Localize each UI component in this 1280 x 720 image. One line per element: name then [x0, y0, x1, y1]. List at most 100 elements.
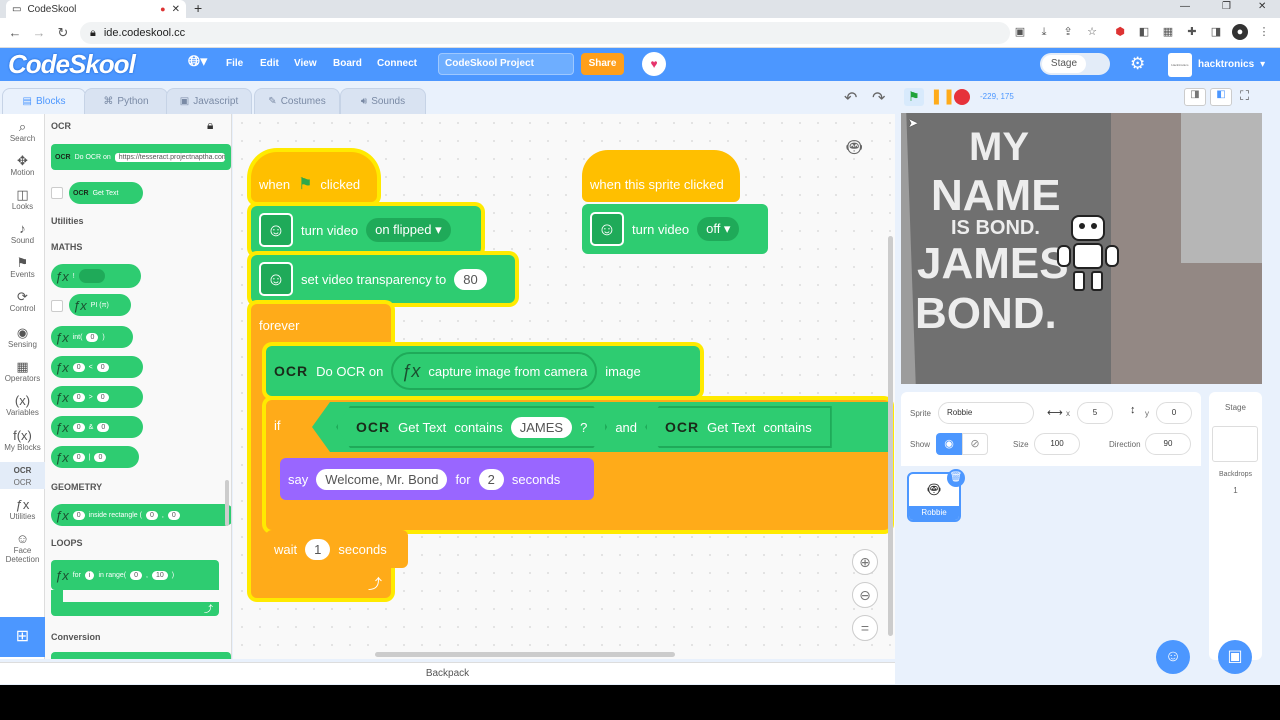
category-control[interactable]: ⟳ Control: [0, 290, 45, 314]
tab-javascript[interactable]: ▣ Javascript: [166, 88, 252, 114]
extension-icon[interactable]: ◧: [1136, 24, 1152, 40]
category-utilities[interactable]: ƒx Utilities: [0, 498, 45, 522]
category-looks[interactable]: ◫ Looks: [0, 188, 45, 212]
delete-sprite-icon[interactable]: 🗑︎: [947, 469, 965, 487]
add-backdrop-button[interactable]: ▣: [1218, 640, 1252, 674]
menu-view[interactable]: View: [294, 56, 317, 72]
reload-icon[interactable]: ↻: [54, 24, 72, 42]
tab-blocks[interactable]: ▤ Blocks: [2, 88, 86, 114]
user-menu[interactable]: Hacktronics hacktronics ▾: [1168, 51, 1278, 78]
backpack[interactable]: Backpack: [0, 662, 895, 684]
forward-arrow-icon[interactable]: →: [30, 24, 48, 42]
stage-thumbnail[interactable]: [1212, 426, 1258, 462]
say-text-input[interactable]: Welcome, Mr. Bond: [316, 468, 448, 490]
tab-python[interactable]: ⌘ Python: [84, 88, 168, 114]
qr-extension-icon[interactable]: ▦: [1160, 24, 1176, 40]
menu-file[interactable]: File: [226, 56, 243, 72]
palette-block-get-text[interactable]: OCR Get Text: [69, 182, 143, 204]
adblock-extension-icon[interactable]: ⬢: [1112, 24, 1128, 40]
category-operators[interactable]: ▦ Operators: [0, 360, 45, 384]
pause-icon[interactable]: ❚❚: [930, 88, 955, 106]
browser-tab[interactable]: ▭ CodeSkool ● ✕: [6, 0, 186, 18]
minimize-window-icon[interactable]: —: [1180, 1, 1190, 12]
settings-gear-icon[interactable]: ⚙: [1130, 54, 1145, 74]
add-extension-button[interactable]: ⊞: [0, 617, 45, 657]
category-ocr[interactable]: OCR OCR: [0, 462, 45, 489]
turn-video-block[interactable]: ☺ turn video on flipped ▾: [251, 206, 481, 254]
palette-block-conversion-partial[interactable]: [51, 652, 231, 659]
checkbox[interactable]: [51, 187, 63, 199]
say-for-seconds-block[interactable]: say Welcome, Mr. Bond for 2 seconds: [280, 458, 594, 500]
category-search[interactable]: ⌕ Search: [0, 120, 45, 144]
category-my-blocks[interactable]: f(x) My Blocks: [0, 429, 45, 453]
project-name-input[interactable]: CodeSkool Project: [438, 53, 574, 75]
say-seconds-input[interactable]: 2: [478, 468, 504, 490]
palette-block-not[interactable]: ƒx !: [51, 264, 141, 288]
when-sprite-clicked-hat[interactable]: when this sprite clicked: [582, 150, 740, 202]
robbie-sprite[interactable]: [1051, 213, 1123, 297]
menu-board[interactable]: Board: [333, 56, 362, 72]
tab-costumes[interactable]: ✎ Costumes: [254, 88, 340, 114]
palette-scrollbar[interactable]: [225, 480, 229, 526]
y-input[interactable]: 0: [1156, 402, 1192, 424]
fullscreen-icon[interactable]: ⛶: [1240, 88, 1249, 104]
contains-text-input[interactable]: JAMES: [511, 417, 572, 438]
profile-icon[interactable]: ●: [1232, 24, 1248, 40]
redo-icon[interactable]: ↷: [872, 88, 885, 108]
wait-seconds-input[interactable]: 1: [305, 538, 331, 560]
video-mode-dropdown[interactable]: on flipped ▾: [366, 218, 451, 242]
palette-block-or[interactable]: ƒx 0 | 0: [51, 446, 139, 468]
category-face-detection[interactable]: ☺ Face Detection: [0, 532, 45, 565]
add-sprite-button[interactable]: ☺: [1156, 640, 1190, 674]
int-input[interactable]: 0: [86, 332, 99, 342]
palette-block-for-loop[interactable]: ƒx for i in range( 0 , 10 ): [51, 560, 219, 590]
category-sensing[interactable]: ◉ Sensing: [0, 326, 45, 350]
palette-block-inside-rectangle[interactable]: ƒx 0 inside rectangle ( 0 , 0: [51, 504, 231, 526]
boolean-slot[interactable]: [78, 269, 105, 283]
set-video-transparency-block[interactable]: ☺ set video transparency to 80: [251, 255, 515, 303]
close-tab-icon[interactable]: ✕: [172, 4, 180, 15]
language-globe-icon[interactable]: 🌐︎▾: [188, 54, 208, 70]
ocr-url-input[interactable]: https://tesseract.projectnaptha.com: [114, 152, 225, 162]
contains-condition-2[interactable]: OCR Get Text contains: [645, 406, 832, 448]
large-stage-icon[interactable]: ◧: [1210, 88, 1232, 106]
stop-icon[interactable]: [954, 89, 970, 105]
restore-window-icon[interactable]: ❐: [1222, 1, 1231, 12]
menu-connect[interactable]: Connect: [377, 56, 417, 72]
hide-eye-icon[interactable]: ⊘: [962, 433, 988, 455]
back-arrow-icon[interactable]: ←: [6, 24, 24, 42]
when-flag-clicked-hat[interactable]: when ⚑ clicked: [251, 152, 377, 202]
palette-block-greater-than[interactable]: ƒx 0 > 0: [51, 386, 143, 408]
contains-condition-1[interactable]: OCR Get Text contains JAMES ?: [336, 406, 607, 448]
small-stage-icon[interactable]: ◨: [1184, 88, 1206, 106]
menu-edit[interactable]: Edit: [260, 56, 279, 72]
horizontal-scrollbar[interactable]: [375, 652, 675, 657]
vertical-scrollbar[interactable]: [888, 236, 893, 636]
palette-block-int[interactable]: ƒx int( 0 ): [51, 326, 133, 348]
puzzle-extension-icon[interactable]: ✚: [1184, 24, 1200, 40]
palette-block-do-ocr[interactable]: OCR Do OCR on https://tesseract.projectn…: [51, 144, 231, 170]
capture-image-reporter[interactable]: ƒx capture image from camera: [391, 352, 598, 390]
close-window-icon[interactable]: ✕: [1258, 1, 1266, 12]
camera-icon[interactable]: ▣: [1012, 24, 1028, 40]
category-variables[interactable]: (x) Variables: [0, 394, 45, 418]
x-input[interactable]: 5: [1077, 402, 1113, 424]
heart-chat-icon[interactable]: ♥: [642, 52, 666, 76]
category-events[interactable]: ⚑ Events: [0, 256, 45, 280]
bookmark-star-icon[interactable]: ☆: [1084, 24, 1100, 40]
share-button[interactable]: Share: [581, 53, 624, 75]
palette-block-pi[interactable]: ƒx PI (π): [69, 294, 131, 316]
category-motion[interactable]: ✥ Motion: [0, 154, 45, 178]
green-flag-button[interactable]: ⚑: [904, 88, 924, 106]
wait-block[interactable]: wait 1 seconds: [266, 530, 408, 568]
undo-icon[interactable]: ↶: [844, 88, 857, 108]
sprite-name-input[interactable]: Robbie: [938, 402, 1034, 424]
browser-menu-icon[interactable]: ⋮: [1256, 24, 1272, 40]
category-sound[interactable]: ♪ Sound: [0, 222, 45, 246]
and-condition[interactable]: OCR Get Text contains JAMES ? and OCR Ge…: [312, 402, 890, 452]
lock-icon[interactable]: 🔒︎: [207, 118, 213, 133]
zoom-out-icon[interactable]: ⊖: [852, 582, 878, 608]
show-visible-eye-icon[interactable]: ◉: [936, 433, 962, 455]
do-ocr-block[interactable]: OCR Do OCR on ƒx capture image from came…: [266, 346, 700, 396]
install-icon[interactable]: ⤓: [1036, 24, 1052, 40]
